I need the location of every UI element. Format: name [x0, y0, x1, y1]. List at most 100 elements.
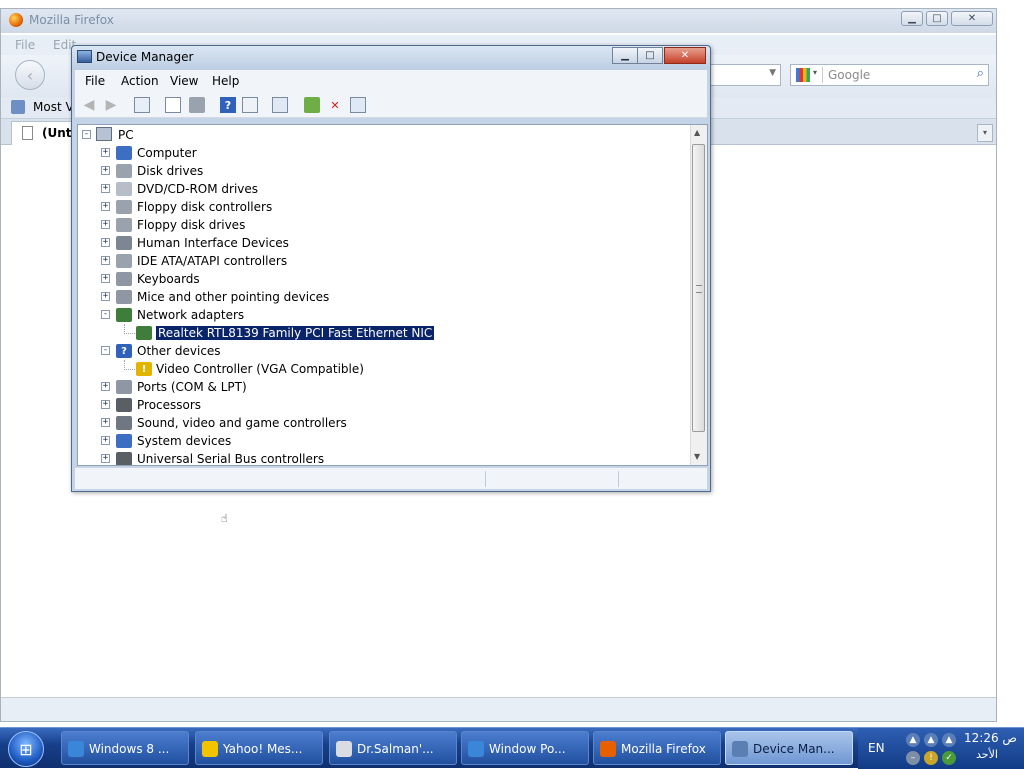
tree-category-row[interactable]: + Ports (COM & LPT): [78, 378, 688, 396]
maximize-icon[interactable]: □: [926, 11, 948, 26]
expand-icon[interactable]: +: [101, 436, 110, 445]
expand-icon[interactable]: +: [101, 454, 110, 463]
back-icon[interactable]: ◀: [81, 97, 97, 113]
menu-help[interactable]: Help: [212, 74, 239, 88]
scan-hardware-icon[interactable]: [272, 97, 288, 113]
tree-item-label: DVD/CD-ROM drives: [137, 182, 259, 196]
tree-root[interactable]: - PC: [78, 126, 688, 144]
vertical-scrollbar[interactable]: ▲ ▼: [690, 125, 707, 465]
tree-category-row[interactable]: + Floppy disk drives: [78, 216, 688, 234]
power-icon[interactable]: –: [906, 751, 920, 765]
action-pane-icon[interactable]: [242, 97, 258, 113]
search-engine-button[interactable]: ▾: [794, 67, 823, 83]
taskbar-button[interactable]: Windows 8 ...: [61, 731, 189, 765]
clock-day: الأحد: [976, 748, 998, 761]
back-button[interactable]: ‹: [15, 60, 45, 90]
uninstall-icon[interactable]: ✕: [327, 97, 343, 113]
tray-arrow-icon[interactable]: ▲: [942, 733, 956, 747]
security-icon[interactable]: ✓: [942, 751, 956, 765]
device-manager-titlebar[interactable]: Device Manager ▁ □ ✕: [72, 46, 710, 70]
clock-time[interactable]: 12:26 ص: [964, 731, 1017, 745]
unknown-device-icon: ?: [116, 344, 132, 358]
url-bar[interactable]: ▼: [701, 64, 781, 86]
search-input[interactable]: ▾ Google ⌕: [790, 64, 989, 86]
expand-icon[interactable]: +: [101, 274, 110, 283]
status-divider: [618, 471, 619, 487]
close-icon[interactable]: ✕: [951, 11, 993, 26]
tree-category-row[interactable]: + Disk drives: [78, 162, 688, 180]
minimize-icon[interactable]: ▁: [901, 11, 923, 26]
minimize-icon[interactable]: ▁: [612, 47, 638, 64]
tree-category-row[interactable]: + Processors: [78, 396, 688, 414]
tray-arrow-icon[interactable]: ▲: [924, 733, 938, 747]
tab-list-button[interactable]: ▾: [977, 124, 993, 142]
firefox-titlebar[interactable]: Mozilla Firefox ▁ □ ✕: [1, 9, 996, 33]
taskbar-button[interactable]: Window Po...: [461, 731, 589, 765]
scrollbar-thumb[interactable]: [692, 144, 705, 432]
tree-item-label: Video Controller (VGA Compatible): [156, 362, 364, 376]
forward-icon[interactable]: ▶: [103, 97, 119, 113]
tree-category-row[interactable]: + Floppy disk controllers: [78, 198, 688, 216]
tree-category-row[interactable]: + Mice and other pointing devices: [78, 288, 688, 306]
disable-icon[interactable]: [350, 97, 366, 113]
close-icon[interactable]: ✕: [664, 47, 706, 64]
most-visited-icon: [11, 100, 25, 114]
expand-icon[interactable]: +: [101, 166, 110, 175]
scroll-up-icon[interactable]: ▲: [694, 128, 700, 137]
tree-category-row[interactable]: + IDE ATA/ATAPI controllers: [78, 252, 688, 270]
taskbar-button[interactable]: Device Man...: [725, 731, 853, 765]
tree-category-row[interactable]: + DVD/CD-ROM drives: [78, 180, 688, 198]
expand-icon[interactable]: +: [101, 148, 110, 157]
collapse-icon[interactable]: -: [82, 130, 91, 139]
menu-file[interactable]: File: [15, 38, 35, 52]
magnifier-icon[interactable]: ⌕: [977, 66, 984, 81]
collapse-icon[interactable]: -: [101, 310, 110, 319]
expand-icon[interactable]: +: [101, 418, 110, 427]
tree-root-label: PC: [118, 128, 134, 142]
tree-category-row[interactable]: + Human Interface Devices: [78, 234, 688, 252]
expand-icon[interactable]: +: [101, 184, 110, 193]
tree-category-row[interactable]: + Universal Serial Bus controllers: [78, 450, 688, 465]
update-driver-icon[interactable]: [304, 97, 320, 113]
tree-device-row[interactable]: ! Video Controller (VGA Compatible): [78, 360, 688, 378]
menu-action[interactable]: Action: [121, 74, 159, 88]
taskbar-button[interactable]: Mozilla Firefox: [593, 731, 721, 765]
expand-icon[interactable]: +: [101, 292, 110, 301]
tree-category-row[interactable]: - Network adapters: [78, 306, 688, 324]
search-placeholder: Google: [828, 68, 871, 82]
expand-icon[interactable]: +: [101, 256, 110, 265]
console-tree-icon[interactable]: [134, 97, 150, 113]
maximize-icon[interactable]: □: [637, 47, 663, 64]
menu-view[interactable]: View: [170, 74, 198, 88]
taskbar-button-label: Dr.Salman'...: [357, 742, 434, 756]
tree-category-row[interactable]: + System devices: [78, 432, 688, 450]
menu-file[interactable]: File: [85, 74, 105, 88]
print-icon[interactable]: [189, 97, 205, 113]
expand-icon[interactable]: +: [101, 202, 110, 211]
tree-category-row[interactable]: + Keyboards: [78, 270, 688, 288]
chevron-down-icon[interactable]: ▼: [769, 68, 776, 78]
help-icon[interactable]: ?: [220, 97, 236, 113]
taskbar: ⊞ Windows 8 ... Yahoo! Mes... Dr.Salman'..…: [0, 727, 1024, 769]
mouse-icon: [116, 290, 132, 304]
expand-icon[interactable]: +: [101, 400, 110, 409]
tree-category-row[interactable]: + Computer: [78, 144, 688, 162]
network-warning-icon[interactable]: !: [924, 751, 938, 765]
dropdown-icon: ▾: [813, 68, 818, 77]
device-manager-icon: [732, 741, 748, 757]
language-indicator[interactable]: EN: [868, 741, 885, 755]
tray-arrow-icon[interactable]: ▲: [906, 733, 920, 747]
tree-category-row[interactable]: -? Other devices: [78, 342, 688, 360]
system-tray: EN ▲ ▲ ▲ – ! ✓ 12:26 ص الأحد: [858, 728, 1024, 769]
taskbar-button[interactable]: Dr.Salman'...: [329, 731, 457, 765]
properties-icon[interactable]: [165, 97, 181, 113]
collapse-icon[interactable]: -: [101, 346, 110, 355]
tree-category-row[interactable]: + Sound, video and game controllers: [78, 414, 688, 432]
scroll-down-icon[interactable]: ▼: [694, 452, 700, 461]
taskbar-button[interactable]: Yahoo! Mes...: [195, 731, 323, 765]
start-button[interactable]: ⊞: [8, 731, 44, 767]
expand-icon[interactable]: +: [101, 238, 110, 247]
tree-device-row[interactable]: Realtek RTL8139 Family PCI Fast Ethernet…: [78, 324, 688, 342]
expand-icon[interactable]: +: [101, 382, 110, 391]
expand-icon[interactable]: +: [101, 220, 110, 229]
